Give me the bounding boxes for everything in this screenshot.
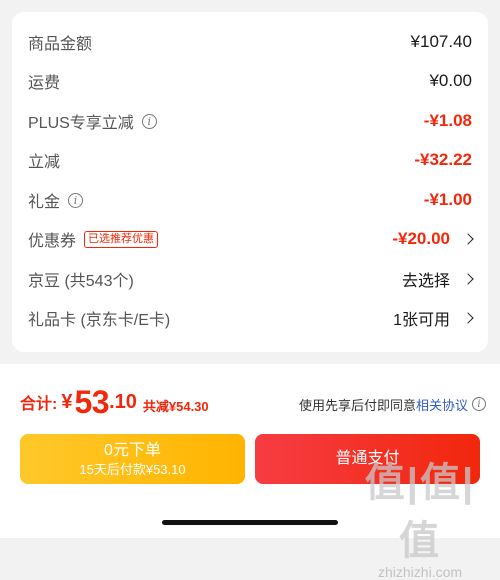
row-jingdou[interactable]: 京豆 (共543个) 去选择 [28, 261, 474, 297]
shipping-value: ¥0.00 [429, 71, 472, 90]
gift-cash-value: -¥1.00 [423, 190, 472, 209]
goods-amount-label: 商品金额 [28, 36, 93, 53]
coupon-label: 优惠券 [28, 233, 77, 250]
total-line: 合计: ¥ 53 .10 共减¥54.30 使用先享后付即同意 相关协议 i [20, 380, 486, 424]
currency-symbol: ¥ [61, 390, 73, 413]
agreement-prefix: 使用先享后付即同意 [298, 397, 416, 413]
watermark-chars: 值|值|值 [364, 461, 476, 563]
total-label: 合计: [20, 396, 58, 413]
jingdou-label: 京豆 (共543个) [28, 273, 134, 290]
jingdou-select-link[interactable]: 去选择 [402, 267, 450, 291]
recommended-coupon-badge: 已选推荐优惠 [84, 230, 159, 248]
row-goods-amount: 商品金额 ¥107.40 [28, 24, 472, 60]
agreement-text: 使用先享后付即同意 相关协议 i [299, 395, 486, 414]
home-indicator[interactable] [162, 520, 338, 525]
row-gift-card[interactable]: 礼品卡 (京东卡/E卡) 1张可用 [28, 300, 474, 336]
info-icon[interactable]: i [141, 113, 157, 129]
gift-cash-label: 礼金 [28, 194, 61, 211]
total-decimal: .10 [109, 390, 137, 413]
row-plus-discount: PLUS专享立减 i -¥1.08 [28, 103, 472, 139]
instant-discount-value: -¥32.22 [414, 150, 472, 169]
agreement-link[interactable]: 相关协议 [416, 395, 468, 414]
info-icon[interactable]: i [472, 397, 486, 411]
pay-later-subtitle: 15天后付款¥53.10 [79, 461, 186, 477]
coupon-value: -¥20.00 [392, 229, 450, 248]
watermark-url: zhizhizhi.com [377, 564, 463, 580]
gift-card-label: 礼品卡 (京东卡/E卡) [28, 312, 171, 329]
instant-discount-label: 立减 [28, 154, 61, 171]
watermark-logo: 值|值|值 zhizhizhi.com [350, 450, 490, 580]
info-icon[interactable]: i [68, 192, 84, 208]
shipping-label: 运费 [28, 75, 61, 92]
row-coupon[interactable]: 优惠券 已选推荐优惠 -¥20.00 [28, 221, 474, 257]
gift-card-value[interactable]: 1张可用 [393, 306, 450, 330]
plus-discount-value: -¥1.08 [423, 111, 472, 130]
order-summary-card: 商品金额 ¥107.40 运费 ¥0.00 PLUS专享立减 i -¥1.08 … [12, 12, 488, 352]
row-gift-cash: 礼金 i -¥1.00 [28, 182, 472, 218]
goods-amount-value: ¥107.40 [410, 32, 472, 51]
pay-later-title: 0元下单 [104, 441, 161, 459]
pay-later-button[interactable]: 0元下单 15天后付款¥53.10 [20, 434, 245, 484]
row-shipping: 运费 ¥0.00 [28, 63, 472, 99]
chevron-right-icon [462, 233, 474, 245]
chevron-right-icon [462, 273, 474, 285]
total-integer: 53 [74, 383, 110, 420]
chevron-right-icon [462, 312, 474, 324]
total-saved: 共减¥54.30 [142, 398, 209, 414]
plus-discount-label: PLUS专享立减 [28, 115, 134, 132]
row-instant-discount: 立减 -¥32.22 [28, 142, 472, 178]
